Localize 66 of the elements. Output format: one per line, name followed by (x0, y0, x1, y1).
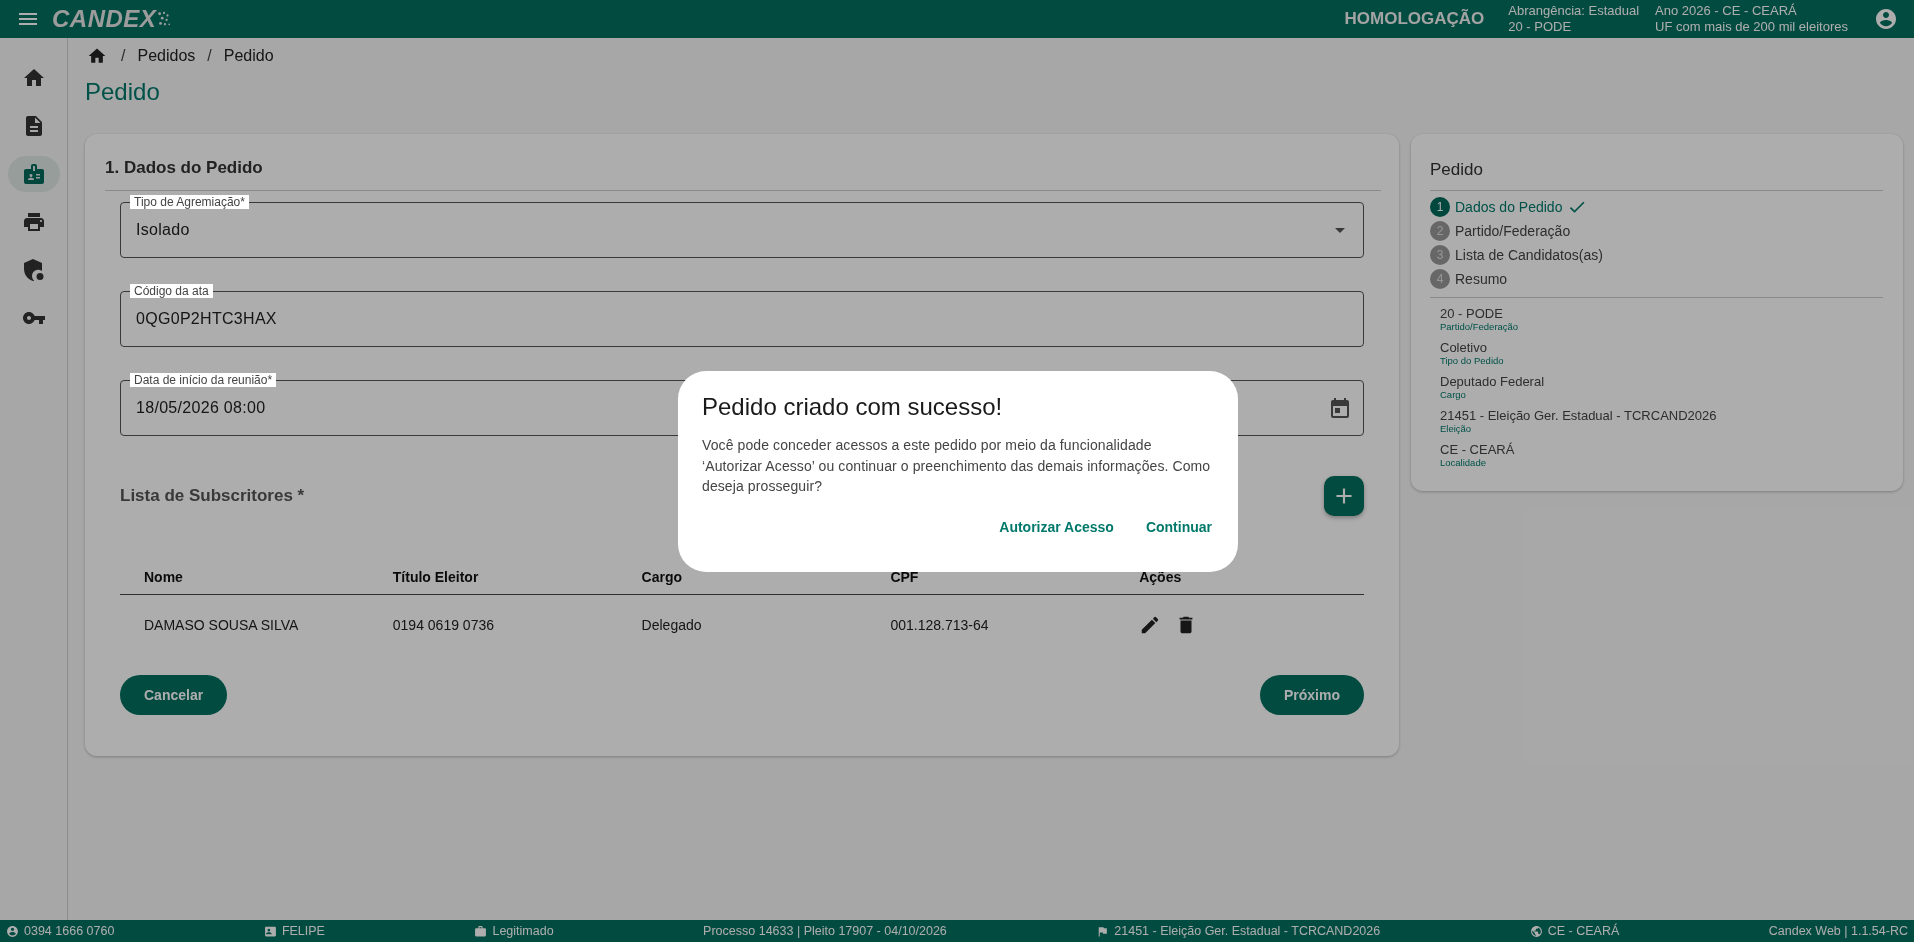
header-info: UF com mais de 200 mil eleitores (1655, 19, 1848, 35)
globe-icon (1529, 924, 1543, 938)
breadcrumb-separator: / (207, 47, 212, 65)
section-title: 1. Dados do Pedido (105, 158, 1381, 191)
printer-icon (21, 210, 46, 234)
column-header: Nome (120, 552, 369, 594)
status-text: Processo 14633 | Pleito 17907 - 04/10/2026 (703, 924, 947, 938)
summary-value: 20 - PODE (1440, 306, 1504, 321)
page-title: Pedido (85, 78, 161, 107)
add-button[interactable] (1324, 476, 1364, 516)
cancel-button[interactable]: Cancelar (120, 674, 228, 715)
step-item[interactable]: 1 Dados do Pedido (1430, 195, 1883, 219)
status-text: CE - CEARÁ (1547, 924, 1620, 938)
table-cell: DAMASO SOUSA SILVA (120, 594, 369, 655)
summary-label: Tipo do Pedido (1440, 355, 1505, 366)
summary-label: Eleição (1440, 423, 1473, 434)
table-cell: Delegado (617, 594, 867, 655)
shield-icon (21, 258, 46, 282)
summary-value: 21451 - Eleição Ger. Estadual - TCRCAND2026 (1440, 408, 1718, 423)
field-label: Código da ata (130, 284, 213, 298)
status-text: Legitimado (492, 924, 554, 938)
breadcrumb-separator: / (121, 47, 126, 65)
dialog-message: Você pode conceder acessos a este pedido por meio da funcionalidade ‘Autorizar Acesso’ ou continuar o preenchimento das demais informações. Como deseja prosseguir? (702, 436, 1212, 496)
field-value: 0QG0P2HTC3HAX (136, 310, 277, 328)
field-value: Isolado (136, 221, 190, 239)
field-label: Tipo de Agremiação* (130, 195, 249, 209)
dialog-title: Pedido criado com sucesso! (702, 393, 1004, 421)
input-field[interactable]: Código da ata 0QG0P2HTC3HAX (120, 283, 1364, 347)
account-icon[interactable] (1874, 7, 1898, 31)
input-field[interactable]: Tipo de Agremiação* Isolado (120, 194, 1364, 258)
column-header: Título Eleitor (368, 552, 618, 594)
summary-label: Localidade (1440, 457, 1487, 468)
home-icon[interactable] (87, 46, 107, 66)
app-logo: CANDEX (52, 5, 157, 33)
field-value: 18/05/2026 08:00 (136, 399, 266, 417)
header-info: Ano 2026 - CE - CEARÁ (1655, 3, 1798, 19)
header-info: 20 - PODE (1508, 19, 1573, 35)
summary-value: Deputado Federal (1440, 374, 1546, 389)
sidebar-item[interactable] (7, 156, 60, 192)
status-text: FELIPE (281, 924, 325, 938)
summary-label: Partido/Federação (1440, 321, 1520, 332)
summary-label: Cargo (1440, 389, 1467, 400)
summary-value: Coletivo (1440, 340, 1488, 355)
table-cell: 0194 0619 0736 (368, 594, 618, 655)
dialog-button[interactable]: Continuar (1133, 510, 1224, 543)
id-card-icon (263, 924, 277, 938)
calendar-icon[interactable] (1328, 396, 1352, 420)
breadcrumb-link[interactable]: Pedido (223, 47, 274, 65)
environment-label: HOMOLOGAÇÃO (1344, 9, 1485, 29)
summary-value: CE - CEARÁ (1440, 442, 1516, 457)
dots-icon (157, 10, 172, 28)
badge-icon (21, 162, 46, 186)
summary-title: Pedido (1430, 160, 1883, 191)
status-text: Candex Web | 1.1.54-RC (1768, 924, 1908, 938)
next-button[interactable]: Próximo (1260, 674, 1364, 715)
briefcase-icon (474, 924, 488, 938)
flag-icon (1096, 924, 1110, 938)
status-text: 0394 1666 0760 (24, 924, 115, 938)
field-label: Data de início da reunião* (130, 373, 277, 387)
dialog-button[interactable]: Autorizar Acesso (987, 510, 1126, 543)
table-cell: 001.128.713-64 (866, 594, 1116, 655)
list-title: Lista de Subscritores * (120, 486, 305, 506)
status-text: 21451 - Eleição Ger. Estadual - TCRCAND2026 (1114, 924, 1381, 938)
breadcrumb-link[interactable]: Pedidos (137, 47, 196, 65)
header-info: Abrangência: Estadual (1508, 3, 1640, 19)
account-icon (6, 924, 19, 938)
